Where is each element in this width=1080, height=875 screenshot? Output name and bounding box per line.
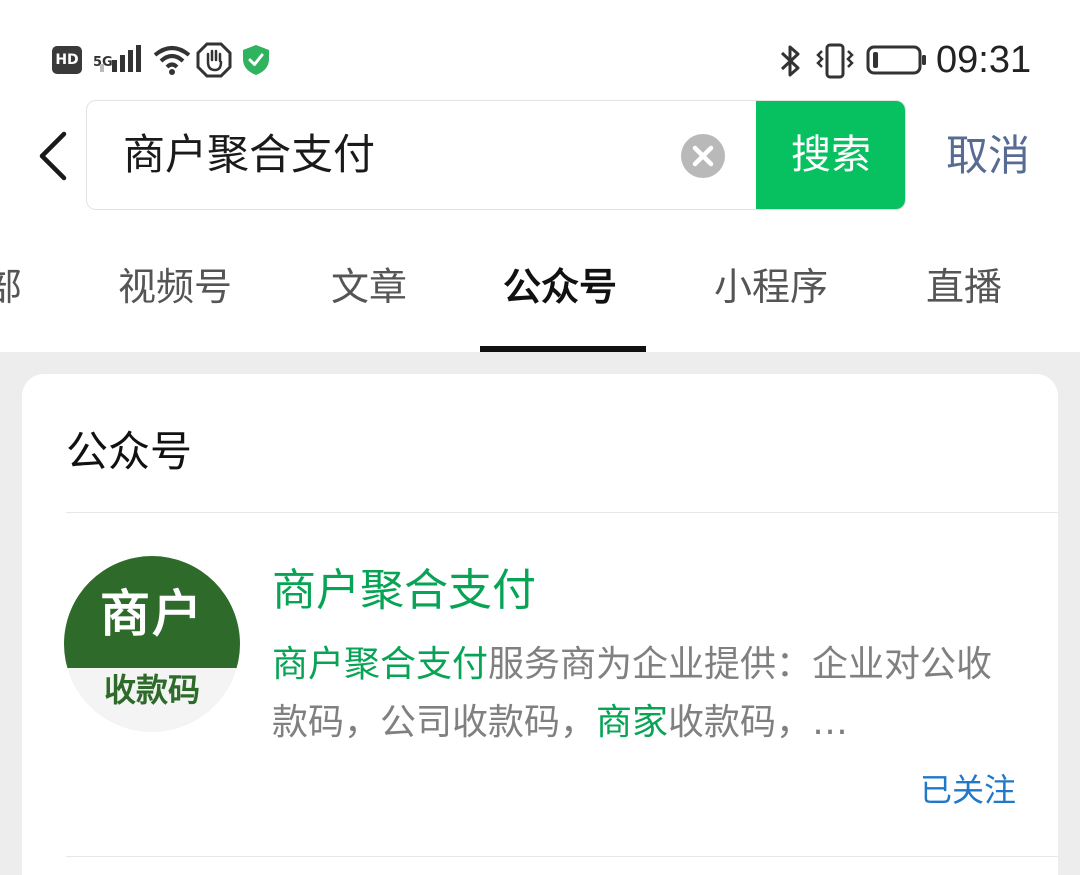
divider	[66, 512, 1058, 513]
tab-mini-programs[interactable]: 小程序	[714, 262, 828, 312]
hd-badge: HD	[52, 46, 82, 74]
section-title: 公众号	[66, 427, 193, 476]
hand-icon	[196, 42, 232, 78]
tab-channels[interactable]: 视频号	[118, 262, 232, 312]
account-name[interactable]: 商户聚合支付	[272, 564, 536, 618]
close-icon	[692, 145, 714, 167]
official-accounts-card: 公众号 商户 收款码 商户聚合支付 商户聚合支付服务商为企业提供：企业对公收款码…	[22, 374, 1058, 875]
chevron-left-icon	[39, 131, 67, 181]
divider	[66, 856, 1058, 857]
signal-icon	[96, 44, 144, 74]
battery-icon	[866, 44, 928, 76]
follow-status-label: 已关注	[920, 771, 1017, 809]
status-time: 09:31	[936, 38, 1032, 81]
bluetooth-icon	[776, 42, 806, 80]
avatar-text-line2: 收款码	[103, 671, 200, 709]
status-bar: HD 5G 09:31	[0, 0, 1080, 100]
shield-check-icon	[242, 44, 270, 76]
back-button[interactable]	[30, 128, 80, 184]
cancel-button[interactable]: 取消	[946, 130, 1030, 182]
active-tab-indicator	[480, 346, 646, 352]
tab-all[interactable]: 部	[0, 262, 22, 312]
account-description[interactable]: 商户聚合支付服务商为企业提供：企业对公收款码，公司收款码，商家收款码，…	[272, 636, 1012, 752]
search-header: 商户聚合支付 搜索 取消	[0, 100, 1080, 210]
desc-text: 收款码，…	[668, 702, 849, 743]
wifi-icon	[152, 44, 192, 76]
desc-highlight: 商户聚合支付	[272, 644, 489, 685]
clear-button[interactable]	[681, 134, 725, 178]
tab-articles[interactable]: 文章	[331, 262, 407, 312]
search-query-text[interactable]: 商户聚合支付	[123, 101, 375, 209]
search-category-tabs: 部 视频号 文章 公众号 小程序 直播	[0, 210, 1080, 352]
tab-live[interactable]: 直播	[926, 262, 1002, 312]
desc-highlight: 商家	[596, 702, 669, 743]
search-button[interactable]: 搜索	[756, 101, 905, 209]
vibrate-icon	[814, 42, 856, 80]
tab-official-accounts[interactable]: 公众号	[503, 262, 617, 312]
avatar-text-line1: 商户	[100, 584, 204, 643]
search-input[interactable]: 商户聚合支付 搜索	[86, 100, 906, 210]
account-avatar[interactable]: 商户 收款码	[64, 556, 240, 732]
